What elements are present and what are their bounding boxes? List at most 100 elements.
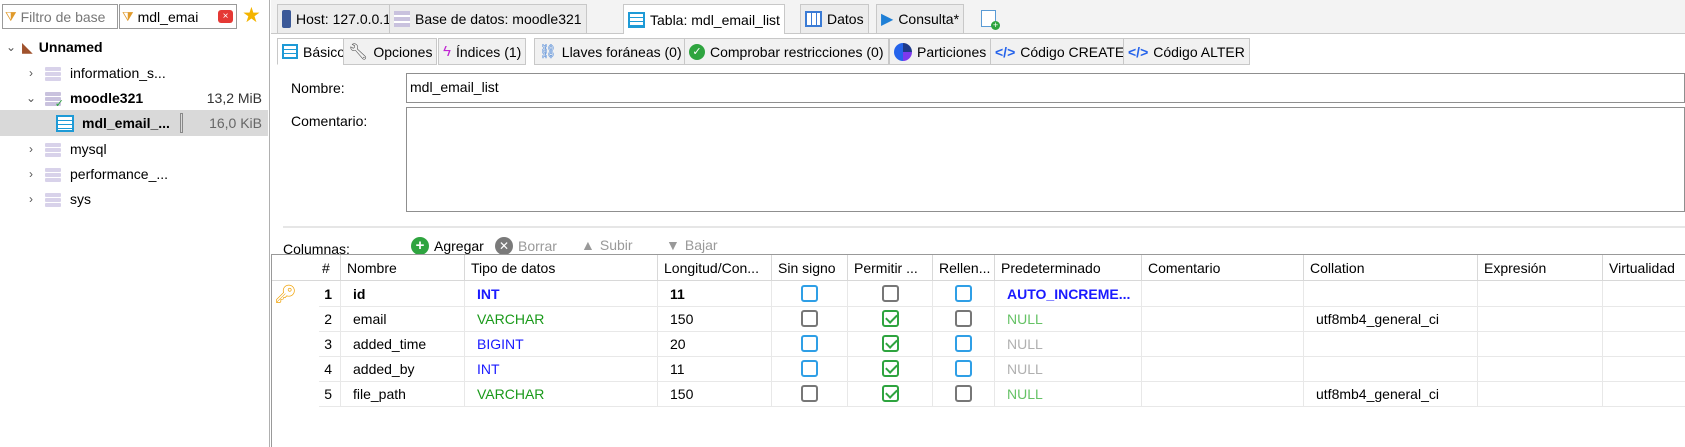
cell-unsigned[interactable] — [772, 381, 848, 407]
unsigned-checkbox[interactable] — [801, 285, 818, 302]
new-query-tab-button[interactable]: + — [977, 4, 1000, 33]
cell-n[interactable]: 5 — [319, 381, 341, 407]
cell-expression[interactable] — [1478, 281, 1603, 307]
allow-null-checkbox[interactable] — [881, 360, 899, 377]
tree-item-performance-schema[interactable]: › performance_... — [0, 161, 268, 187]
cell-zerofill[interactable] — [933, 306, 995, 332]
grid-header-expression[interactable]: Expresión — [1478, 255, 1603, 281]
cell-allow-null[interactable] — [848, 331, 933, 357]
cell-unsigned[interactable] — [772, 331, 848, 357]
cell-length[interactable]: 150 — [658, 381, 772, 407]
cell-length[interactable]: 11 — [658, 356, 772, 382]
unsigned-checkbox[interactable] — [801, 385, 818, 402]
cell-comment[interactable] — [1142, 356, 1304, 382]
cell-zerofill[interactable] — [933, 281, 995, 307]
tab-data[interactable]: Datos — [800, 4, 869, 33]
cell-default[interactable]: NULL — [995, 331, 1142, 357]
cell-comment[interactable] — [1142, 306, 1304, 332]
cell-virtuality[interactable] — [1603, 306, 1685, 332]
tab-create-code[interactable]: </> Código CREATE — [990, 38, 1130, 65]
cell-zerofill[interactable] — [933, 381, 995, 407]
cell-expression[interactable] — [1478, 306, 1603, 332]
tab-database[interactable]: Base de datos: moodle321 — [389, 4, 587, 33]
cell-name[interactable]: email — [341, 306, 465, 332]
splitter[interactable] — [283, 226, 1685, 228]
grid-header-datatype[interactable]: Tipo de datos — [465, 255, 658, 281]
cell-name[interactable]: added_time — [341, 331, 465, 357]
cell-virtuality[interactable] — [1603, 356, 1685, 382]
cell-type[interactable]: VARCHAR — [465, 306, 658, 332]
tab-query[interactable]: ▶ Consulta* — [876, 4, 965, 33]
tab-alter-code[interactable]: </> Código ALTER — [1123, 38, 1250, 65]
cell-type[interactable]: VARCHAR — [465, 381, 658, 407]
allow-null-checkbox[interactable] — [881, 310, 899, 327]
allow-null-checkbox[interactable] — [881, 335, 899, 352]
cell-expression[interactable] — [1478, 331, 1603, 357]
cell-collation[interactable] — [1304, 356, 1478, 382]
grid-header-virtuality[interactable]: Virtualidad — [1603, 255, 1685, 281]
cell-length[interactable]: 150 — [658, 306, 772, 332]
cell-virtuality[interactable] — [1603, 381, 1685, 407]
cell-zerofill[interactable] — [933, 356, 995, 382]
cell-collation[interactable]: utf8mb4_general_ci — [1304, 381, 1478, 407]
grid-header-number[interactable]: # — [319, 255, 341, 281]
tree-item-mdl-email-list[interactable]: mdl_email_... 16,0 KiB — [0, 110, 268, 136]
cell-default[interactable]: NULL — [995, 381, 1142, 407]
cell-expression[interactable] — [1478, 356, 1603, 382]
table-name-input[interactable]: mdl_email_list — [406, 73, 1685, 103]
cell-type[interactable]: INT — [465, 356, 658, 382]
zerofill-checkbox[interactable] — [955, 360, 972, 377]
cell-unsigned[interactable] — [772, 356, 848, 382]
cell-n[interactable]: 1 — [319, 281, 341, 307]
cell-unsigned[interactable] — [772, 306, 848, 332]
tab-basic[interactable]: Básico — [277, 38, 351, 65]
table-filter-input[interactable]: ⧩ mdl_emai × — [119, 4, 237, 29]
tab-foreign-keys[interactable]: ⛓ Llaves foráneas (0) — [534, 38, 687, 65]
cell-allow-null[interactable] — [848, 306, 933, 332]
tree-item-sys[interactable]: › sys — [0, 186, 268, 212]
grid-header-comment[interactable]: Comentario — [1142, 255, 1304, 281]
tab-partitions[interactable]: Particiones — [889, 38, 992, 65]
cell-default[interactable]: NULL — [995, 356, 1142, 382]
cell-unsigned[interactable] — [772, 281, 848, 307]
grid-header-default[interactable]: Predeterminado — [995, 255, 1142, 281]
zerofill-checkbox[interactable] — [955, 385, 972, 402]
cell-comment[interactable] — [1142, 331, 1304, 357]
chevron-right-icon[interactable]: › — [24, 66, 38, 80]
tab-indexes[interactable]: ϟ Índices (1) — [438, 38, 527, 65]
tab-table[interactable]: Tabla: mdl_email_list — [623, 4, 785, 34]
cell-collation[interactable] — [1304, 281, 1478, 307]
add-column-button[interactable]: + Agregar — [411, 237, 484, 255]
move-down-button[interactable]: ▼ Bajar — [666, 237, 718, 253]
database-filter-input[interactable]: ⧩ Filtro de base — [2, 4, 118, 29]
cell-allow-null[interactable] — [848, 381, 933, 407]
cell-virtuality[interactable] — [1603, 331, 1685, 357]
cell-name[interactable]: id — [341, 281, 465, 307]
cell-comment[interactable] — [1142, 281, 1304, 307]
tab-options[interactable]: 🔧︎ Opciones — [343, 38, 438, 65]
cell-collation[interactable]: utf8mb4_general_ci — [1304, 306, 1478, 332]
cell-collation[interactable] — [1304, 331, 1478, 357]
grid-header-zerofill[interactable]: Rellen... — [933, 255, 995, 281]
grid-header-name[interactable]: Nombre — [341, 255, 465, 281]
allow-null-checkbox[interactable] — [881, 285, 899, 302]
cell-default[interactable]: NULL — [995, 306, 1142, 332]
tree-item-mysql[interactable]: › mysql — [0, 136, 268, 162]
grid-header-length[interactable]: Longitud/Con... — [658, 255, 772, 281]
cell-type[interactable]: INT — [465, 281, 658, 307]
zerofill-checkbox[interactable] — [955, 310, 972, 327]
cell-virtuality[interactable] — [1603, 281, 1685, 307]
table-comment-input[interactable] — [406, 107, 1685, 212]
cell-n[interactable]: 2 — [319, 306, 341, 332]
star-icon[interactable]: ★ — [242, 4, 261, 28]
chevron-right-icon[interactable]: › — [24, 192, 38, 206]
tab-check-constraints[interactable]: ✓ Comprobar restricciones (0) — [684, 38, 889, 65]
delete-column-button[interactable]: ✕ Borrar — [495, 237, 557, 255]
cell-length[interactable]: 11 — [658, 281, 772, 307]
move-up-button[interactable]: ▲ Subir — [581, 237, 633, 253]
cell-allow-null[interactable] — [848, 356, 933, 382]
cell-name[interactable]: added_by — [341, 356, 465, 382]
chevron-down-icon[interactable]: ⌄ — [4, 40, 18, 54]
cell-zerofill[interactable] — [933, 331, 995, 357]
grid-header-unsigned[interactable]: Sin signo — [772, 255, 848, 281]
